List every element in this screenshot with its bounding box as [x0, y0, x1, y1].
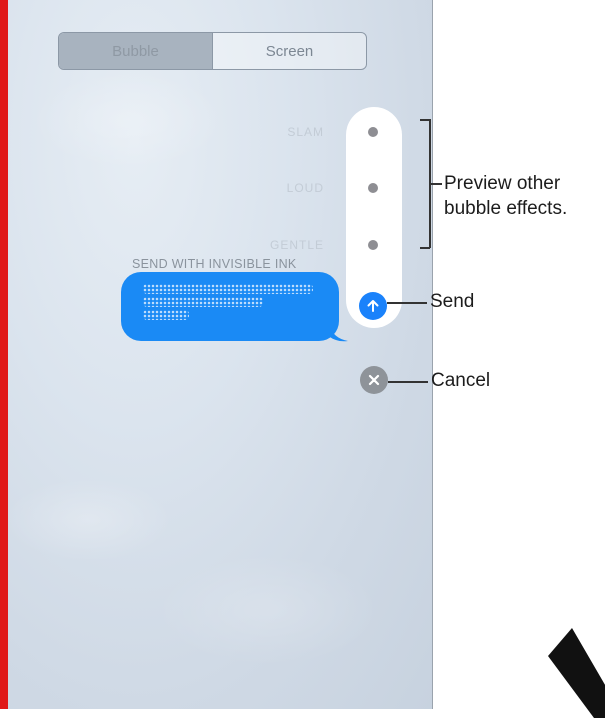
- invisible-ink-line: [143, 310, 189, 320]
- send-style-caption: SEND WITH INVISIBLE INK: [132, 257, 297, 271]
- phone-screen: Bubble Screen SLAM LOUD GENTLE SEND WITH…: [8, 0, 433, 709]
- annotation-cancel: Cancel: [431, 370, 491, 391]
- arrow-up-icon: [367, 300, 379, 312]
- corner-arrow-fragment: [548, 628, 605, 718]
- invisible-ink-line: [143, 297, 263, 307]
- bracket-pointer: [430, 183, 442, 185]
- annotation-preview-line2: bubble effects.: [444, 198, 568, 219]
- effect-label-gentle: GENTLE: [269, 238, 324, 252]
- effect-option-loud[interactable]: [368, 183, 378, 193]
- invisible-ink-line: [143, 284, 313, 294]
- annotation-send: Send: [430, 291, 475, 312]
- effect-label-slam: SLAM: [287, 125, 324, 139]
- tab-screen[interactable]: Screen: [212, 33, 366, 69]
- effect-option-slam[interactable]: [368, 127, 378, 137]
- message-bubble-invisible-ink: [121, 272, 339, 341]
- close-icon: [368, 374, 380, 386]
- cancel-callout-line: [388, 381, 428, 383]
- annotation-preview-line1: Preview other: [444, 173, 561, 194]
- effect-label-loud: LOUD: [286, 181, 324, 195]
- bubble-effect-picker: [346, 107, 402, 328]
- send-callout-line: [387, 302, 427, 304]
- effect-option-gentle[interactable]: [368, 240, 378, 250]
- bracket-bottom: [420, 247, 430, 249]
- bubble-tail: [330, 326, 348, 342]
- tab-bubble[interactable]: Bubble: [59, 33, 212, 69]
- red-edge-bar: [0, 0, 8, 709]
- effect-type-segmented-control: Bubble Screen: [58, 32, 367, 70]
- send-button[interactable]: [359, 292, 387, 320]
- cancel-button[interactable]: [360, 366, 388, 394]
